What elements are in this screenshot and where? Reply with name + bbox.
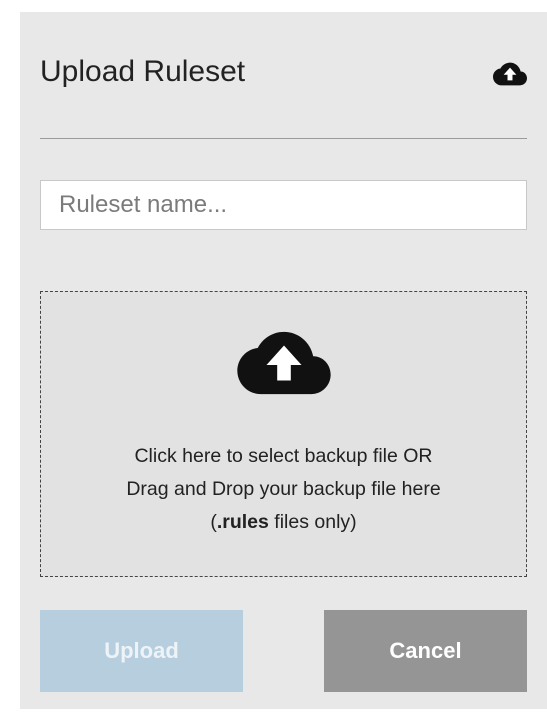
dropzone-instructions: Click here to select backup file OR Drag…: [41, 440, 526, 539]
cloud-upload-icon: [236, 331, 331, 395]
filetype-extension: .rules: [216, 511, 269, 533]
cloud-upload-icon: [493, 62, 527, 86]
dropzone-line-drag: Drag and Drop your backup file here: [126, 478, 441, 500]
upload-button[interactable]: Upload: [40, 610, 243, 692]
dropzone-line-filetype: (.rules files only): [41, 506, 526, 539]
dialog-header: Upload Ruleset: [40, 52, 527, 92]
cancel-button[interactable]: Cancel: [324, 610, 527, 692]
file-dropzone[interactable]: Click here to select backup file OR Drag…: [40, 291, 527, 577]
header-divider: [40, 138, 527, 139]
dropzone-line-select: Click here to select backup file OR: [134, 445, 433, 467]
ruleset-name-input[interactable]: [40, 180, 527, 230]
filetype-suffix: files only): [268, 511, 357, 533]
dialog-title: Upload Ruleset: [40, 55, 246, 88]
upload-ruleset-dialog: Upload Ruleset Click here to select back…: [20, 12, 547, 709]
